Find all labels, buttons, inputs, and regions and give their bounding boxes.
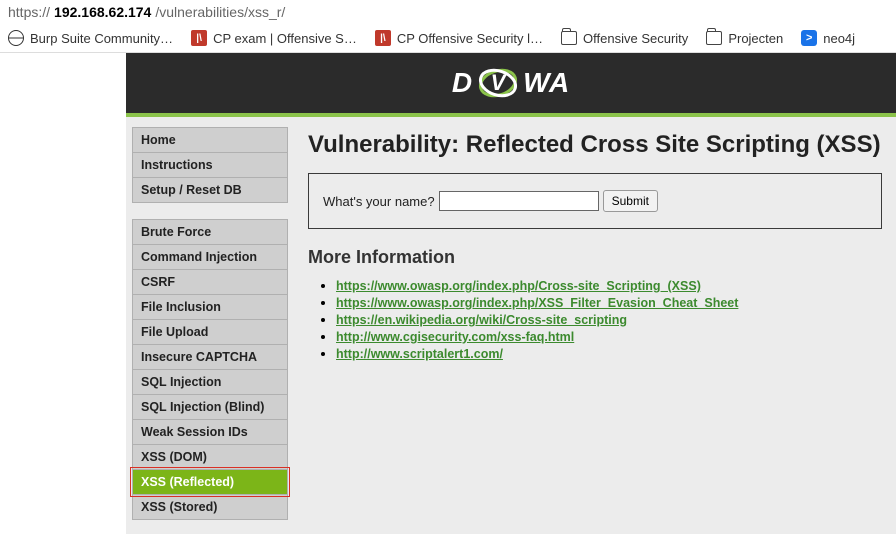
submit-button[interactable]: Submit [603, 190, 658, 212]
sidebar-item-sqli[interactable]: SQL Injection [132, 370, 288, 395]
url-prefix: https:// [8, 4, 50, 20]
sidebar-item-home[interactable]: Home [132, 127, 288, 153]
info-link[interactable]: http://www.scriptalert1.com/ [336, 347, 503, 361]
sidebar-item-captcha[interactable]: Insecure CAPTCHA [132, 345, 288, 370]
bookmarks-bar: Burp Suite Community… |\ CP exam | Offen… [0, 24, 896, 53]
url-host: 192.168.62.174 [54, 4, 151, 20]
sidebar-item-weak-session[interactable]: Weak Session IDs [132, 420, 288, 445]
logo-swirl-icon: V [475, 60, 521, 106]
folder-icon [706, 31, 722, 45]
sidebar-item-instructions[interactable]: Instructions [132, 153, 288, 178]
bookmark-label: CP Offensive Security l… [397, 31, 543, 46]
sidebar-item-brute-force[interactable]: Brute Force [132, 219, 288, 245]
globe-icon [8, 30, 24, 46]
nav-group-vulns: Brute Force Command Injection CSRF File … [132, 219, 288, 520]
bookmark-neo4j[interactable]: > neo4j [801, 30, 855, 46]
neo4j-icon: > [801, 30, 817, 46]
bookmark-label: Projecten [728, 31, 783, 46]
bookmark-offensive-security[interactable]: Offensive Security [561, 31, 688, 46]
page-title: Vulnerability: Reflected Cross Site Scri… [308, 131, 882, 159]
sidebar: Home Instructions Setup / Reset DB Brute… [132, 127, 288, 534]
folder-icon [561, 31, 577, 45]
info-link[interactable]: https://www.owasp.org/index.php/Cross-si… [336, 279, 701, 293]
sidebar-item-setup[interactable]: Setup / Reset DB [132, 178, 288, 203]
svg-text:V: V [491, 70, 508, 95]
name-input[interactable] [439, 191, 599, 211]
bookmark-label: CP exam | Offensive S… [213, 31, 357, 46]
list-item: http://www.cgisecurity.com/xss-faq.html [336, 329, 882, 344]
info-link[interactable]: http://www.cgisecurity.com/xss-faq.html [336, 330, 574, 344]
offensive-icon: |\ [191, 30, 207, 46]
sidebar-item-file-upload[interactable]: File Upload [132, 320, 288, 345]
sidebar-item-file-inclusion[interactable]: File Inclusion [132, 295, 288, 320]
sidebar-item-command-injection[interactable]: Command Injection [132, 245, 288, 270]
form-label: What's your name? [323, 194, 435, 209]
list-item: https://www.owasp.org/index.php/Cross-si… [336, 278, 882, 293]
form-box: What's your name? Submit [308, 173, 882, 229]
url-bar[interactable]: https://192.168.62.174/vulnerabilities/x… [0, 0, 896, 24]
bookmark-burp[interactable]: Burp Suite Community… [8, 30, 173, 46]
bookmark-cp-offensive[interactable]: |\ CP Offensive Security l… [375, 30, 543, 46]
sidebar-item-xss-stored[interactable]: XSS (Stored) [132, 495, 288, 520]
offensive-icon: |\ [375, 30, 391, 46]
list-item: https://en.wikipedia.org/wiki/Cross-site… [336, 312, 882, 327]
nav-group-main: Home Instructions Setup / Reset DB [132, 127, 288, 203]
app-container: D V WA Home Instructions Setup / Reset D… [0, 53, 896, 534]
bookmark-cp-exam[interactable]: |\ CP exam | Offensive S… [191, 30, 357, 46]
more-info-heading: More Information [308, 247, 882, 268]
info-link[interactable]: https://en.wikipedia.org/wiki/Cross-site… [336, 313, 627, 327]
links-list: https://www.owasp.org/index.php/Cross-si… [336, 278, 882, 361]
bookmark-label: Burp Suite Community… [30, 31, 173, 46]
main-wrap: D V WA Home Instructions Setup / Reset D… [126, 53, 896, 534]
main-content: Vulnerability: Reflected Cross Site Scri… [308, 127, 882, 534]
dvwa-logo: D V WA [452, 60, 570, 106]
logo-text-right: WA [523, 67, 570, 99]
sidebar-item-csrf[interactable]: CSRF [132, 270, 288, 295]
bookmark-label: neo4j [823, 31, 855, 46]
header-bar: D V WA [126, 53, 896, 117]
sidebar-item-xss-dom[interactable]: XSS (DOM) [132, 445, 288, 470]
left-gutter [0, 53, 126, 534]
sidebar-item-xss-reflected[interactable]: XSS (Reflected) [132, 470, 288, 495]
bookmark-projecten[interactable]: Projecten [706, 31, 783, 46]
list-item: https://www.owasp.org/index.php/XSS_Filt… [336, 295, 882, 310]
logo-text-left: D [452, 67, 473, 99]
bookmark-label: Offensive Security [583, 31, 688, 46]
sidebar-item-sqli-blind[interactable]: SQL Injection (Blind) [132, 395, 288, 420]
content-row: Home Instructions Setup / Reset DB Brute… [126, 117, 896, 534]
url-path: /vulnerabilities/xss_r/ [155, 4, 285, 20]
list-item: http://www.scriptalert1.com/ [336, 346, 882, 361]
info-link[interactable]: https://www.owasp.org/index.php/XSS_Filt… [336, 296, 738, 310]
